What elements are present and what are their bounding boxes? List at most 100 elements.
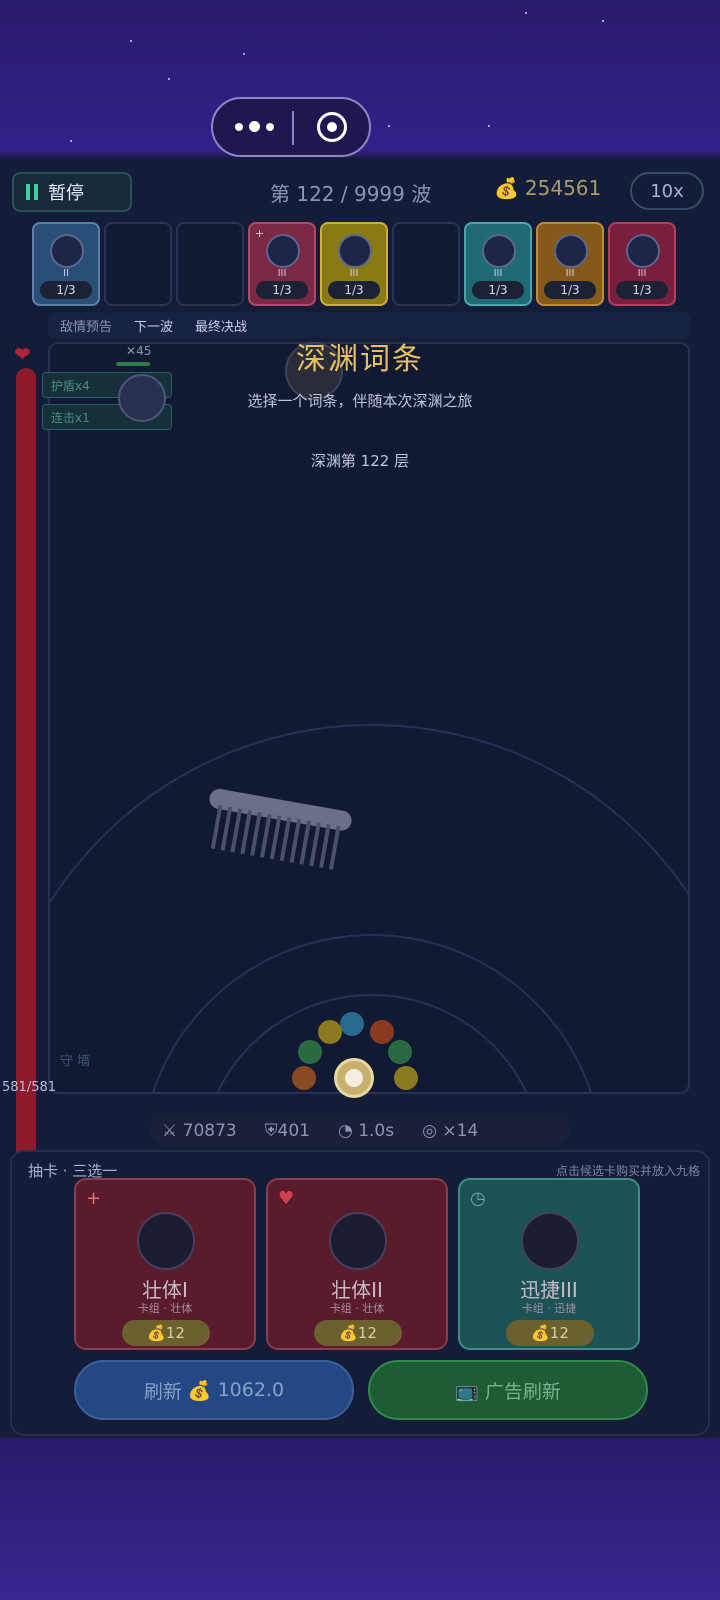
slot-count: 1/3 xyxy=(472,281,524,299)
multi-stat: ◎ ×14 xyxy=(422,1121,478,1141)
slot-level: III xyxy=(349,268,359,279)
slot-3[interactable] xyxy=(176,222,244,306)
forecast-label: 敌情预告 xyxy=(60,319,113,335)
swords-icon: ⚔ xyxy=(162,1121,178,1141)
gold-value: 254561 xyxy=(524,176,602,200)
card-price-value: 12 xyxy=(357,1324,377,1342)
slot-8[interactable]: III 1/3 xyxy=(536,222,604,306)
timer-icon: ◔ xyxy=(337,1121,353,1141)
card-name: 迅捷III xyxy=(520,1278,578,1302)
ad-refresh-label: 广告刷新 xyxy=(484,1380,561,1403)
slot-level: III xyxy=(637,268,647,279)
mini-program-capsule xyxy=(211,97,371,157)
interval-value: 1.0s xyxy=(358,1121,395,1141)
pause-label: 暂停 xyxy=(48,183,84,204)
card-meta: 卡组 · 壮体 xyxy=(329,1302,385,1315)
defense-stat: ⛨401 xyxy=(265,1121,310,1141)
card-price-value: 12 xyxy=(165,1324,185,1342)
plus-icon: + xyxy=(86,1188,102,1209)
abyss-subtitle: 选择一个词条，伴随本次深渊之旅 xyxy=(247,392,473,410)
slot-2[interactable] xyxy=(104,222,172,306)
slot-count: 1/3 xyxy=(256,281,308,299)
orb xyxy=(388,1040,412,1064)
card-price: 💰12 xyxy=(122,1320,210,1346)
slot-5[interactable]: III 1/3 xyxy=(320,222,388,306)
card-price: 💰12 xyxy=(506,1320,594,1346)
hp-text: 581/581 xyxy=(2,1080,57,1095)
shield-icon: ⛨ xyxy=(264,1121,278,1141)
card-icon xyxy=(482,234,516,268)
target-icon[interactable] xyxy=(317,112,347,142)
orb xyxy=(292,1066,316,1090)
refresh-label: 刷新 xyxy=(143,1380,182,1403)
more-dots-icon[interactable] xyxy=(235,121,274,132)
defense-value: 401 xyxy=(277,1121,310,1141)
refresh-cost: 1062.0 xyxy=(217,1379,285,1401)
card-slots: II 1/3 + III 1/3 III 1/3 III 1/3 III 1/3 xyxy=(32,222,692,306)
heart-icon: ♥ xyxy=(278,1188,295,1209)
target-ring-icon: ◎ xyxy=(422,1121,437,1141)
card-price-value: 12 xyxy=(549,1324,569,1342)
card-name: 壮体I xyxy=(142,1278,188,1302)
slot-4[interactable]: + III 1/3 xyxy=(248,222,316,306)
slot-count: 1/3 xyxy=(40,281,92,299)
pause-button[interactable]: 暂停 xyxy=(12,172,132,212)
draw-card-2[interactable]: ♥ 壮体II 卡组 · 壮体 💰12 xyxy=(266,1178,448,1350)
card-price: 💰12 xyxy=(314,1320,402,1346)
wave-counter: 第 122 / 9999 波 xyxy=(270,182,432,206)
slot-count: 1/3 xyxy=(544,281,596,299)
card-name: 壮体II xyxy=(331,1278,383,1302)
capsule-divider xyxy=(292,111,294,145)
slot-level: III xyxy=(565,268,575,279)
card-icon xyxy=(266,234,300,268)
slot-count: 1/3 xyxy=(616,281,668,299)
card-icon xyxy=(338,234,372,268)
card-icon xyxy=(50,234,84,268)
draw-card-3[interactable]: ◷ 迅捷III 卡组 · 迅捷 💰12 xyxy=(458,1178,640,1350)
slot-tag: + xyxy=(255,227,265,240)
card-icon xyxy=(554,234,588,268)
guard-label: 守 墙 xyxy=(60,1054,91,1069)
core-turret xyxy=(334,1058,374,1098)
gold-display: 💰 254561 xyxy=(494,176,601,200)
refresh-button[interactable]: 刷新 💰 1062.0 xyxy=(74,1360,354,1420)
hp-bar-fill xyxy=(16,368,36,1248)
slot-1[interactable]: II 1/3 xyxy=(32,222,100,306)
money-bag-icon: 💰 xyxy=(187,1379,212,1402)
orb xyxy=(370,1020,394,1044)
pause-icon xyxy=(26,184,38,200)
slot-level: III xyxy=(277,268,287,279)
heart-orb-icon xyxy=(137,1212,195,1270)
card-meta: 卡组 · 壮体 xyxy=(137,1302,193,1315)
card-icon xyxy=(626,234,660,268)
orb xyxy=(318,1020,342,1044)
draw-card-1[interactable]: + 壮体I 卡组 · 壮体 💰12 xyxy=(74,1178,256,1350)
slot-7[interactable]: III 1/3 xyxy=(464,222,532,306)
slot-level: III xyxy=(493,268,503,279)
tv-icon: 📺 xyxy=(455,1379,479,1402)
slot-level: II xyxy=(63,268,69,279)
money-bag-icon: 💰 xyxy=(494,176,519,200)
speed-button[interactable]: 10x xyxy=(630,172,704,210)
next-wave-label: 下一波 xyxy=(134,319,174,335)
slot-count: 1/3 xyxy=(328,281,380,299)
attack-stat: ⚔ 70873 xyxy=(162,1121,237,1141)
ad-refresh-button[interactable]: 📺 广告刷新 xyxy=(368,1360,648,1420)
slot-6[interactable] xyxy=(392,222,460,306)
multi-value: ×14 xyxy=(442,1121,479,1141)
lightning-orb-icon xyxy=(521,1212,579,1270)
clock-icon: ◷ xyxy=(470,1188,486,1209)
stats-bar: ⚔ 70873 ⛨401 ◔ 1.0s ◎ ×14 xyxy=(150,1116,570,1146)
draw-hint: 点击候选卡购买并放入九格 xyxy=(555,1164,700,1178)
interval-stat: ◔ 1.0s xyxy=(338,1121,394,1141)
top-bar: 暂停 第 122 / 9999 波 💰 254561 10x xyxy=(0,160,720,220)
orb xyxy=(340,1012,364,1036)
orb xyxy=(298,1040,322,1064)
card-meta: 卡组 · 迅捷 xyxy=(521,1302,577,1315)
abyss-floor: 深渊第 122 层 xyxy=(310,452,410,470)
draw-panel: 抽卡 · 三选一 点击候选卡购买并放入九格 + 壮体I 卡组 · 壮体 💰12 … xyxy=(10,1150,710,1436)
hp-bar xyxy=(16,368,36,1248)
final-battle-label: 最终决战 xyxy=(195,319,248,335)
slot-9[interactable]: III 1/3 xyxy=(608,222,676,306)
orb xyxy=(394,1066,418,1090)
